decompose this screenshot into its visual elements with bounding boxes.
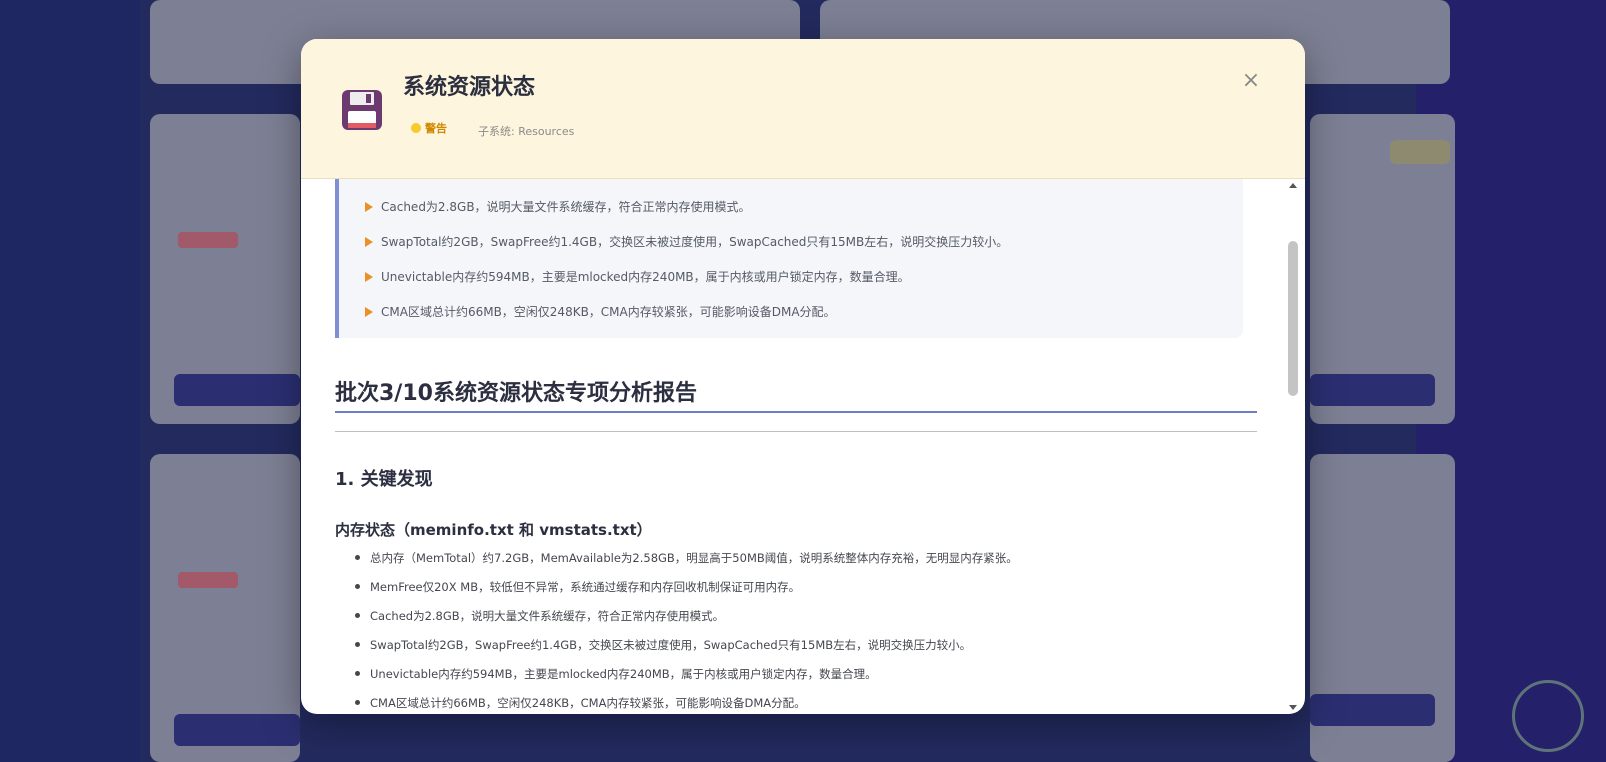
close-icon[interactable]: × xyxy=(1239,69,1263,93)
callout-box: Cached为2.8GB，说明大量文件系统缓存，符合正常内存使用模式。 Swap… xyxy=(335,179,1243,338)
list-item-text: Cached为2.8GB，说明大量文件系统缓存，符合正常内存使用模式。 xyxy=(370,608,725,623)
watermark-stamp-icon xyxy=(1512,680,1584,752)
backdrop-tag xyxy=(1390,140,1450,164)
bullet-dot-icon xyxy=(355,642,360,647)
scroll-thumb[interactable] xyxy=(1288,241,1298,396)
callout-list: Cached为2.8GB，说明大量文件系统缓存，符合正常内存使用模式。 Swap… xyxy=(365,189,1008,329)
status-badge-label: 警告 xyxy=(425,122,447,135)
list-item-text: Unevictable内存约594MB，主要是mlocked内存240MB，属于… xyxy=(370,666,877,681)
modal-body[interactable]: Cached为2.8GB，说明大量文件系统缓存，符合正常内存使用模式。 Swap… xyxy=(301,179,1305,714)
list-item-text: SwapTotal约2GB，SwapFree约1.4GB，交换区未被过度使用，S… xyxy=(370,637,972,652)
callout-item-text: Unevictable内存约594MB，主要是mlocked内存240MB，属于… xyxy=(381,270,910,284)
modal-title: 系统资源状态 xyxy=(403,75,536,100)
list-item-text: CMA区域总计约66MB，空闲仅248KB，CMA内存较紧张，可能影响设备DMA… xyxy=(370,695,806,710)
callout-item-text: Cached为2.8GB，说明大量文件系统缓存，符合正常内存使用模式。 xyxy=(381,200,751,214)
backdrop-button xyxy=(174,714,300,746)
title-underline xyxy=(335,411,1257,413)
backdrop-button xyxy=(1310,374,1435,406)
bullet-dot-icon xyxy=(355,700,360,705)
warning-dot-icon xyxy=(411,123,421,133)
sub-heading: 内存状态（meminfo.txt 和 vmstats.txt） xyxy=(335,521,652,539)
triangle-bullet-icon xyxy=(365,236,373,247)
section-heading: 1. 关键发现 xyxy=(335,469,433,490)
modal-header: 系统资源状态 警告 子系统: Resources × xyxy=(301,39,1305,179)
list-item: MemFree仅20X MB，较低但不异常，系统通过缓存和内存回收机制保证可用内… xyxy=(355,572,1018,601)
report-title: 批次3/10系统资源状态专项分析报告 xyxy=(335,381,697,406)
triangle-bullet-icon xyxy=(365,306,373,317)
callout-item: Cached为2.8GB，说明大量文件系统缓存，符合正常内存使用模式。 xyxy=(365,189,1008,224)
callout-item: Unevictable内存约594MB，主要是mlocked内存240MB，属于… xyxy=(365,259,1008,294)
callout-item-text: SwapTotal约2GB，SwapFree约1.4GB，交换区未被过度使用，S… xyxy=(381,235,1009,249)
backdrop-tag xyxy=(178,232,238,248)
list-item: Cached为2.8GB，说明大量文件系统缓存，符合正常内存使用模式。 xyxy=(355,601,1018,630)
list-item: SwapTotal约2GB，SwapFree约1.4GB，交换区未被过度使用，S… xyxy=(355,630,1018,659)
status-badge: 警告 xyxy=(411,117,447,139)
bullet-dot-icon xyxy=(355,584,360,589)
backdrop-left-strip xyxy=(0,0,140,762)
triangle-bullet-icon xyxy=(365,201,373,212)
list-item-text: 总内存（MemTotal）约7.2GB，MemAvailable为2.58GB，… xyxy=(370,550,1018,565)
subsystem-label: 子系统: Resources xyxy=(478,125,575,138)
divider xyxy=(335,431,1257,432)
list-item: 总内存（MemTotal）约7.2GB，MemAvailable为2.58GB，… xyxy=(355,543,1018,572)
callout-item: CMA区域总计约66MB，空闲仅248KB，CMA内存较紧张，可能影响设备DMA… xyxy=(365,294,1008,329)
scrollbar[interactable] xyxy=(1287,179,1299,714)
list-item-text: MemFree仅20X MB，较低但不异常，系统通过缓存和内存回收机制保证可用内… xyxy=(370,579,801,594)
backdrop-tag xyxy=(178,572,238,588)
bullet-dot-icon xyxy=(355,671,360,676)
findings-list: 总内存（MemTotal）约7.2GB，MemAvailable为2.58GB，… xyxy=(355,543,1018,714)
triangle-bullet-icon xyxy=(365,271,373,282)
bullet-dot-icon xyxy=(355,613,360,618)
resource-status-modal: 系统资源状态 警告 子系统: Resources × Cached为2.8GB，… xyxy=(301,39,1305,714)
scroll-up-arrow-icon[interactable] xyxy=(1289,183,1297,188)
backdrop-button xyxy=(174,374,300,406)
backdrop-button xyxy=(1310,694,1435,726)
list-item: Unevictable内存约594MB，主要是mlocked内存240MB，属于… xyxy=(355,659,1018,688)
callout-item-text: CMA区域总计约66MB，空闲仅248KB，CMA内存较紧张，可能影响设备DMA… xyxy=(381,305,836,319)
bullet-dot-icon xyxy=(355,555,360,560)
list-item: CMA区域总计约66MB，空闲仅248KB，CMA内存较紧张，可能影响设备DMA… xyxy=(355,688,1018,714)
floppy-disk-icon xyxy=(342,90,382,130)
scroll-down-arrow-icon[interactable] xyxy=(1289,705,1297,710)
callout-item: SwapTotal约2GB，SwapFree约1.4GB，交换区未被过度使用，S… xyxy=(365,224,1008,259)
